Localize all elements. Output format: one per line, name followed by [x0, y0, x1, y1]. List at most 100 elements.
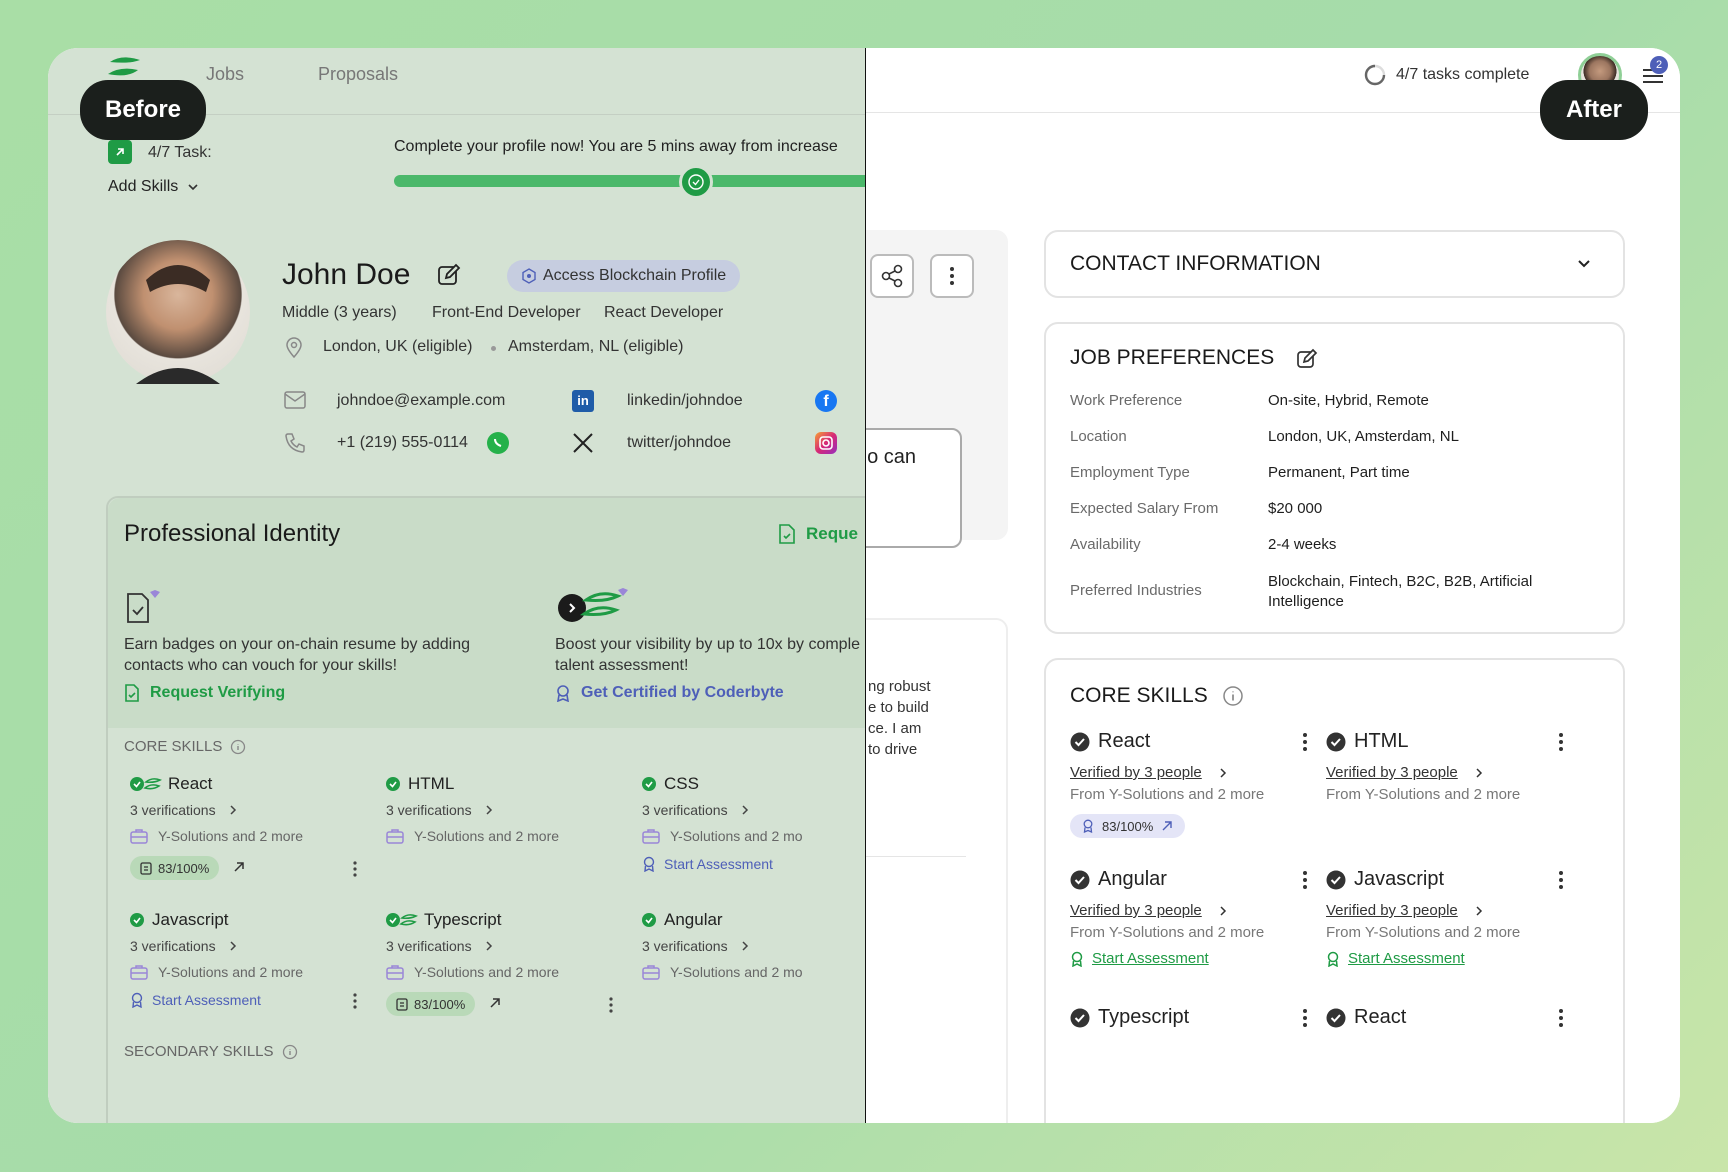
- verifications-label: 3 verifications: [642, 802, 728, 818]
- action-label: Start Assessment: [664, 856, 773, 872]
- core-skills-card: CORE SKILLS React Verified by 3 people F…: [1044, 658, 1625, 1123]
- pref-label: Preferred Industries: [1070, 582, 1202, 599]
- chevron-right-icon: [484, 940, 494, 952]
- verified-by-link[interactable]: Verified by 3 people: [1070, 902, 1228, 919]
- external-link-icon[interactable]: [488, 996, 502, 1010]
- skill-card: Typescript: [1070, 1006, 1310, 1046]
- more-options-button[interactable]: [930, 254, 974, 298]
- verified-by-link[interactable]: Verified by 3 people: [1326, 764, 1484, 781]
- edit-icon[interactable]: [436, 262, 462, 288]
- facebook-icon[interactable]: f: [815, 390, 837, 412]
- pref-value: 2-4 weeks: [1268, 536, 1337, 553]
- profile-twitter[interactable]: twitter/johndoe: [627, 434, 731, 452]
- contact-information-card[interactable]: CONTACT INFORMATION: [1044, 230, 1625, 298]
- more-vertical-icon[interactable]: [1302, 732, 1308, 752]
- info-icon[interactable]: [1222, 685, 1244, 707]
- verifications-label: 3 verifications: [130, 938, 216, 954]
- profile-email[interactable]: johndoe@example.com: [337, 392, 505, 410]
- verified-check-icon: [386, 776, 402, 792]
- skill-card: Angular Verified by 3 people From Y-Solu…: [1070, 868, 1310, 988]
- share-button[interactable]: [870, 254, 914, 298]
- core-skills-heading: CORE SKILLS: [1070, 684, 1244, 708]
- chevron-right-icon: [1218, 905, 1228, 917]
- pref-label: Location: [1070, 428, 1127, 445]
- whatsapp-icon[interactable]: [487, 432, 509, 454]
- skill-name: React: [1354, 1006, 1407, 1028]
- profile-linkedin[interactable]: linkedin/johndoe: [627, 392, 743, 410]
- request-verify-link-top[interactable]: Reque: [778, 524, 858, 544]
- briefcase-icon: [642, 828, 660, 844]
- middle-panel: vho can: [866, 230, 1008, 548]
- verified-coderbyte-icon: [130, 776, 162, 792]
- check-circle-icon: [1070, 870, 1090, 890]
- skill-verifications[interactable]: 3 verifications: [386, 938, 494, 954]
- more-vertical-icon[interactable]: [1302, 1008, 1308, 1028]
- info-icon[interactable]: [230, 739, 246, 755]
- linkedin-icon[interactable]: in: [572, 390, 594, 412]
- skill-name: Angular: [1098, 868, 1167, 890]
- skill-verifications[interactable]: 3 verifications: [642, 802, 750, 818]
- verifications-label: 3 verifications: [386, 802, 472, 818]
- edit-icon[interactable]: [1296, 348, 1318, 370]
- award-icon: [1326, 951, 1340, 967]
- instagram-icon[interactable]: [815, 432, 837, 454]
- skill-company: Y-Solutions and 2 more: [386, 828, 559, 844]
- start-assessment-link[interactable]: Start Assessment: [1326, 950, 1465, 967]
- after-pane: 4/7 tasks complete 2 vho can ng robust e…: [866, 48, 1680, 1123]
- core-skills-title: CORE SKILLS: [1070, 684, 1208, 707]
- more-vertical-icon[interactable]: [1302, 870, 1308, 890]
- skill-card: React 3 verifications Y-Solutions and 2 …: [128, 774, 378, 904]
- score-badge[interactable]: 83/100%: [1070, 814, 1186, 838]
- request-verifying-link[interactable]: Request Verifying: [124, 684, 285, 702]
- company-label: Y-Solutions and 2 more: [414, 964, 560, 980]
- nav-jobs[interactable]: Jobs: [206, 64, 244, 85]
- avatar[interactable]: [106, 240, 250, 384]
- more-vertical-icon[interactable]: [352, 860, 358, 878]
- external-link-icon[interactable]: [232, 860, 246, 874]
- skill-verifications[interactable]: 3 verifications: [130, 802, 238, 818]
- info-icon[interactable]: [282, 1044, 298, 1060]
- pref-label: Work Preference: [1070, 392, 1183, 409]
- tasks-progress[interactable]: 4/7 tasks complete: [1364, 64, 1529, 86]
- chevron-right-icon: [740, 940, 750, 952]
- skill-name: Javascript: [1354, 868, 1445, 890]
- more-vertical-icon[interactable]: [1558, 732, 1564, 752]
- skill-name: CSS: [664, 774, 699, 793]
- start-assessment-link[interactable]: Start Assessment: [130, 992, 261, 1008]
- more-vertical-icon[interactable]: [1558, 870, 1564, 890]
- verified-by-link[interactable]: Verified by 3 people: [1326, 902, 1484, 919]
- score-badge[interactable]: 83/100%: [386, 992, 476, 1016]
- score-label: 83/100%: [1102, 818, 1154, 834]
- check-circle-icon: [1326, 870, 1346, 890]
- more-vertical-icon[interactable]: [1558, 1008, 1564, 1028]
- verifications-label: 3 verifications: [130, 802, 216, 818]
- app-logo[interactable]: [104, 56, 144, 80]
- pref-value: London, UK, Amsterdam, NL: [1268, 428, 1459, 445]
- more-vertical-icon[interactable]: [608, 996, 614, 1014]
- skill-verifications[interactable]: 3 verifications: [642, 938, 750, 954]
- pref-label: Availability: [1070, 536, 1141, 553]
- check-circle-icon: [1326, 732, 1346, 752]
- task-arrow-icon[interactable]: [108, 140, 132, 164]
- more-vertical-icon[interactable]: [352, 992, 358, 1010]
- profile-phone[interactable]: +1 (219) 555-0114: [337, 434, 468, 452]
- skill-name: HTML: [1354, 730, 1409, 752]
- skill-verifications[interactable]: 3 verifications: [130, 938, 238, 954]
- clipboard-icon: [140, 861, 152, 875]
- pref-label: Employment Type: [1070, 464, 1190, 481]
- score-badge[interactable]: 83/100%: [130, 856, 220, 880]
- blockchain-profile-button[interactable]: Access Blockchain Profile: [507, 260, 741, 292]
- verified-label: Verified by 3 people: [1070, 764, 1202, 781]
- get-certified-link[interactable]: Get Certified by Coderbyte: [555, 684, 784, 702]
- skill-name: Angular: [664, 910, 723, 929]
- chevron-down-icon[interactable]: [1576, 256, 1592, 272]
- skill-verifications[interactable]: 3 verifications: [386, 802, 494, 818]
- verified-by-link[interactable]: Verified by 3 people: [1070, 764, 1228, 781]
- task-dropdown[interactable]: Add Skills: [108, 178, 200, 196]
- start-assessment-link[interactable]: Start Assessment: [642, 856, 773, 872]
- start-assessment-link[interactable]: Start Assessment: [1070, 950, 1209, 967]
- check-circle-icon: [1070, 1008, 1090, 1028]
- twitter-x-icon[interactable]: [572, 432, 594, 454]
- nav-proposals[interactable]: Proposals: [318, 64, 398, 85]
- profile-name: John Doe: [282, 258, 411, 291]
